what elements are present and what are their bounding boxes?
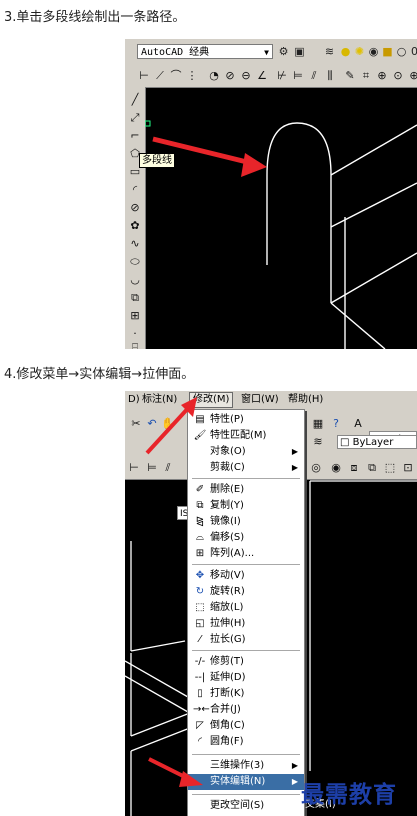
aligned-dim-icon[interactable]: ⟋ xyxy=(153,69,167,83)
baseline-icon[interactable]: ⊨ xyxy=(291,69,305,83)
space-icon[interactable]: ⫼ xyxy=(323,69,337,83)
step4-heading: 4.修改菜单→实体编辑→拉伸面。 xyxy=(4,367,195,382)
workspace-settings-icon[interactable]: ⚙ xyxy=(277,45,290,58)
drawing-canvas-1[interactable] xyxy=(145,87,417,349)
polyline-icon[interactable]: ⌐ xyxy=(128,129,142,143)
extrusion-edge-bottom xyxy=(330,252,417,304)
autocad-screenshot-modify-menu: D) 标注(N) 修改(M) 窗口(W) 帮助(H) ✂ ↶ ✋ ▦ ? A S… xyxy=(125,391,417,816)
chevron-down-icon[interactable]: ▼ xyxy=(264,45,269,60)
quick-dim-icon[interactable]: ⊬ xyxy=(275,69,289,83)
sun-icon[interactable]: ✺ xyxy=(353,45,366,58)
revcloud-icon[interactable]: ✿ xyxy=(128,219,142,233)
color-icon[interactable]: ■ xyxy=(381,45,394,58)
arrow-to-modify-menu xyxy=(145,397,197,455)
diameter-icon[interactable]: ⊖ xyxy=(239,69,253,83)
break-icon[interactable]: ✎ xyxy=(343,69,357,83)
ordinate-icon[interactable]: ⋮ xyxy=(185,69,199,83)
red-arrow-1 xyxy=(152,136,267,177)
extrusion-diagonal xyxy=(330,302,386,349)
spline-icon[interactable]: ∿ xyxy=(128,237,142,251)
red-arrows-2 xyxy=(145,397,203,787)
lock-icon[interactable]: ◉ xyxy=(367,45,380,58)
arc-icon[interactable]: ◜ xyxy=(128,183,142,197)
arrow-to-solid-editing xyxy=(148,757,203,787)
workspace-value: AutoCAD 经典 xyxy=(141,47,210,58)
circle-icon[interactable]: ⊘ xyxy=(128,201,142,215)
path-drawing xyxy=(266,122,417,349)
linear-dim-icon[interactable]: ⊢ xyxy=(137,69,151,83)
extrusion-edge-top xyxy=(330,124,417,176)
step3-heading: 3.单击多段线绘制出一条路径。 xyxy=(4,10,186,25)
ellipse-arc-icon[interactable]: ◡ xyxy=(128,273,142,287)
watermark-logo: 最需教育 xyxy=(301,782,397,808)
inspect-icon[interactable]: ⊙ xyxy=(391,69,405,83)
construction-line-icon[interactable]: ⤢ xyxy=(128,111,142,125)
dimension-toolbar: ⊢ ⟋ ⌒ ⋮ ◔ ⊘ ⊖ ∠ ⊬ ⊨ ⫽ ⫼ ✎ ⌗ ⊕ ⊙ ⊕ xyxy=(125,65,417,88)
insert-block-icon[interactable]: ⧉ xyxy=(128,291,142,305)
make-block-icon[interactable]: ⊞ xyxy=(128,309,142,323)
bulb-icon[interactable]: ● xyxy=(339,45,352,58)
radius-icon[interactable]: ◔ xyxy=(207,69,221,83)
continue-icon[interactable]: ⫽ xyxy=(307,69,321,83)
tolerance-icon[interactable]: ⌗ xyxy=(359,69,373,83)
layer-icon[interactable]: ≋ xyxy=(323,45,336,58)
angular-icon[interactable]: ∠ xyxy=(255,69,269,83)
layer-dd-icon[interactable]: 0 xyxy=(408,45,417,58)
snap-marker xyxy=(145,120,151,127)
workspace-save-icon[interactable]: ▣ xyxy=(293,45,306,58)
ellipse-icon[interactable]: ⬭ xyxy=(128,255,142,269)
line-icon[interactable]: ╱ xyxy=(128,93,142,107)
drawn-polyline xyxy=(266,122,332,303)
workspace-toolbar: AutoCAD 经典 ▼ ⚙ ▣ ≋ ● ✺ ◉ ■ ○ 0 xyxy=(125,39,417,66)
oblique-icon[interactable]: ⊕ xyxy=(407,69,417,83)
autocad-screenshot-polyline: AutoCAD 经典 ▼ ⚙ ▣ ≋ ● ✺ ◉ ■ ○ 0 ⊢ ⟋ ⌒ ⋮ ◔… xyxy=(125,39,417,349)
workspace-dropdown[interactable]: AutoCAD 经典 ▼ xyxy=(137,44,273,59)
arc-length-icon[interactable]: ⌒ xyxy=(169,69,183,83)
center-mark-icon[interactable]: ⊕ xyxy=(375,69,389,83)
hatch-icon[interactable]: ⌸ xyxy=(128,341,142,349)
extrusion-edge-mid xyxy=(330,182,417,228)
jogged-icon[interactable]: ⊘ xyxy=(223,69,237,83)
draw-toolbar: ╱ ⤢ ⌐ ⬠ ▭ ◜ ⊘ ✿ ∿ ⬭ ◡ ⧉ ⊞ · ⌸ xyxy=(125,87,146,349)
layer-state-icon[interactable]: ○ xyxy=(395,45,408,58)
point-icon[interactable]: · xyxy=(128,327,142,341)
